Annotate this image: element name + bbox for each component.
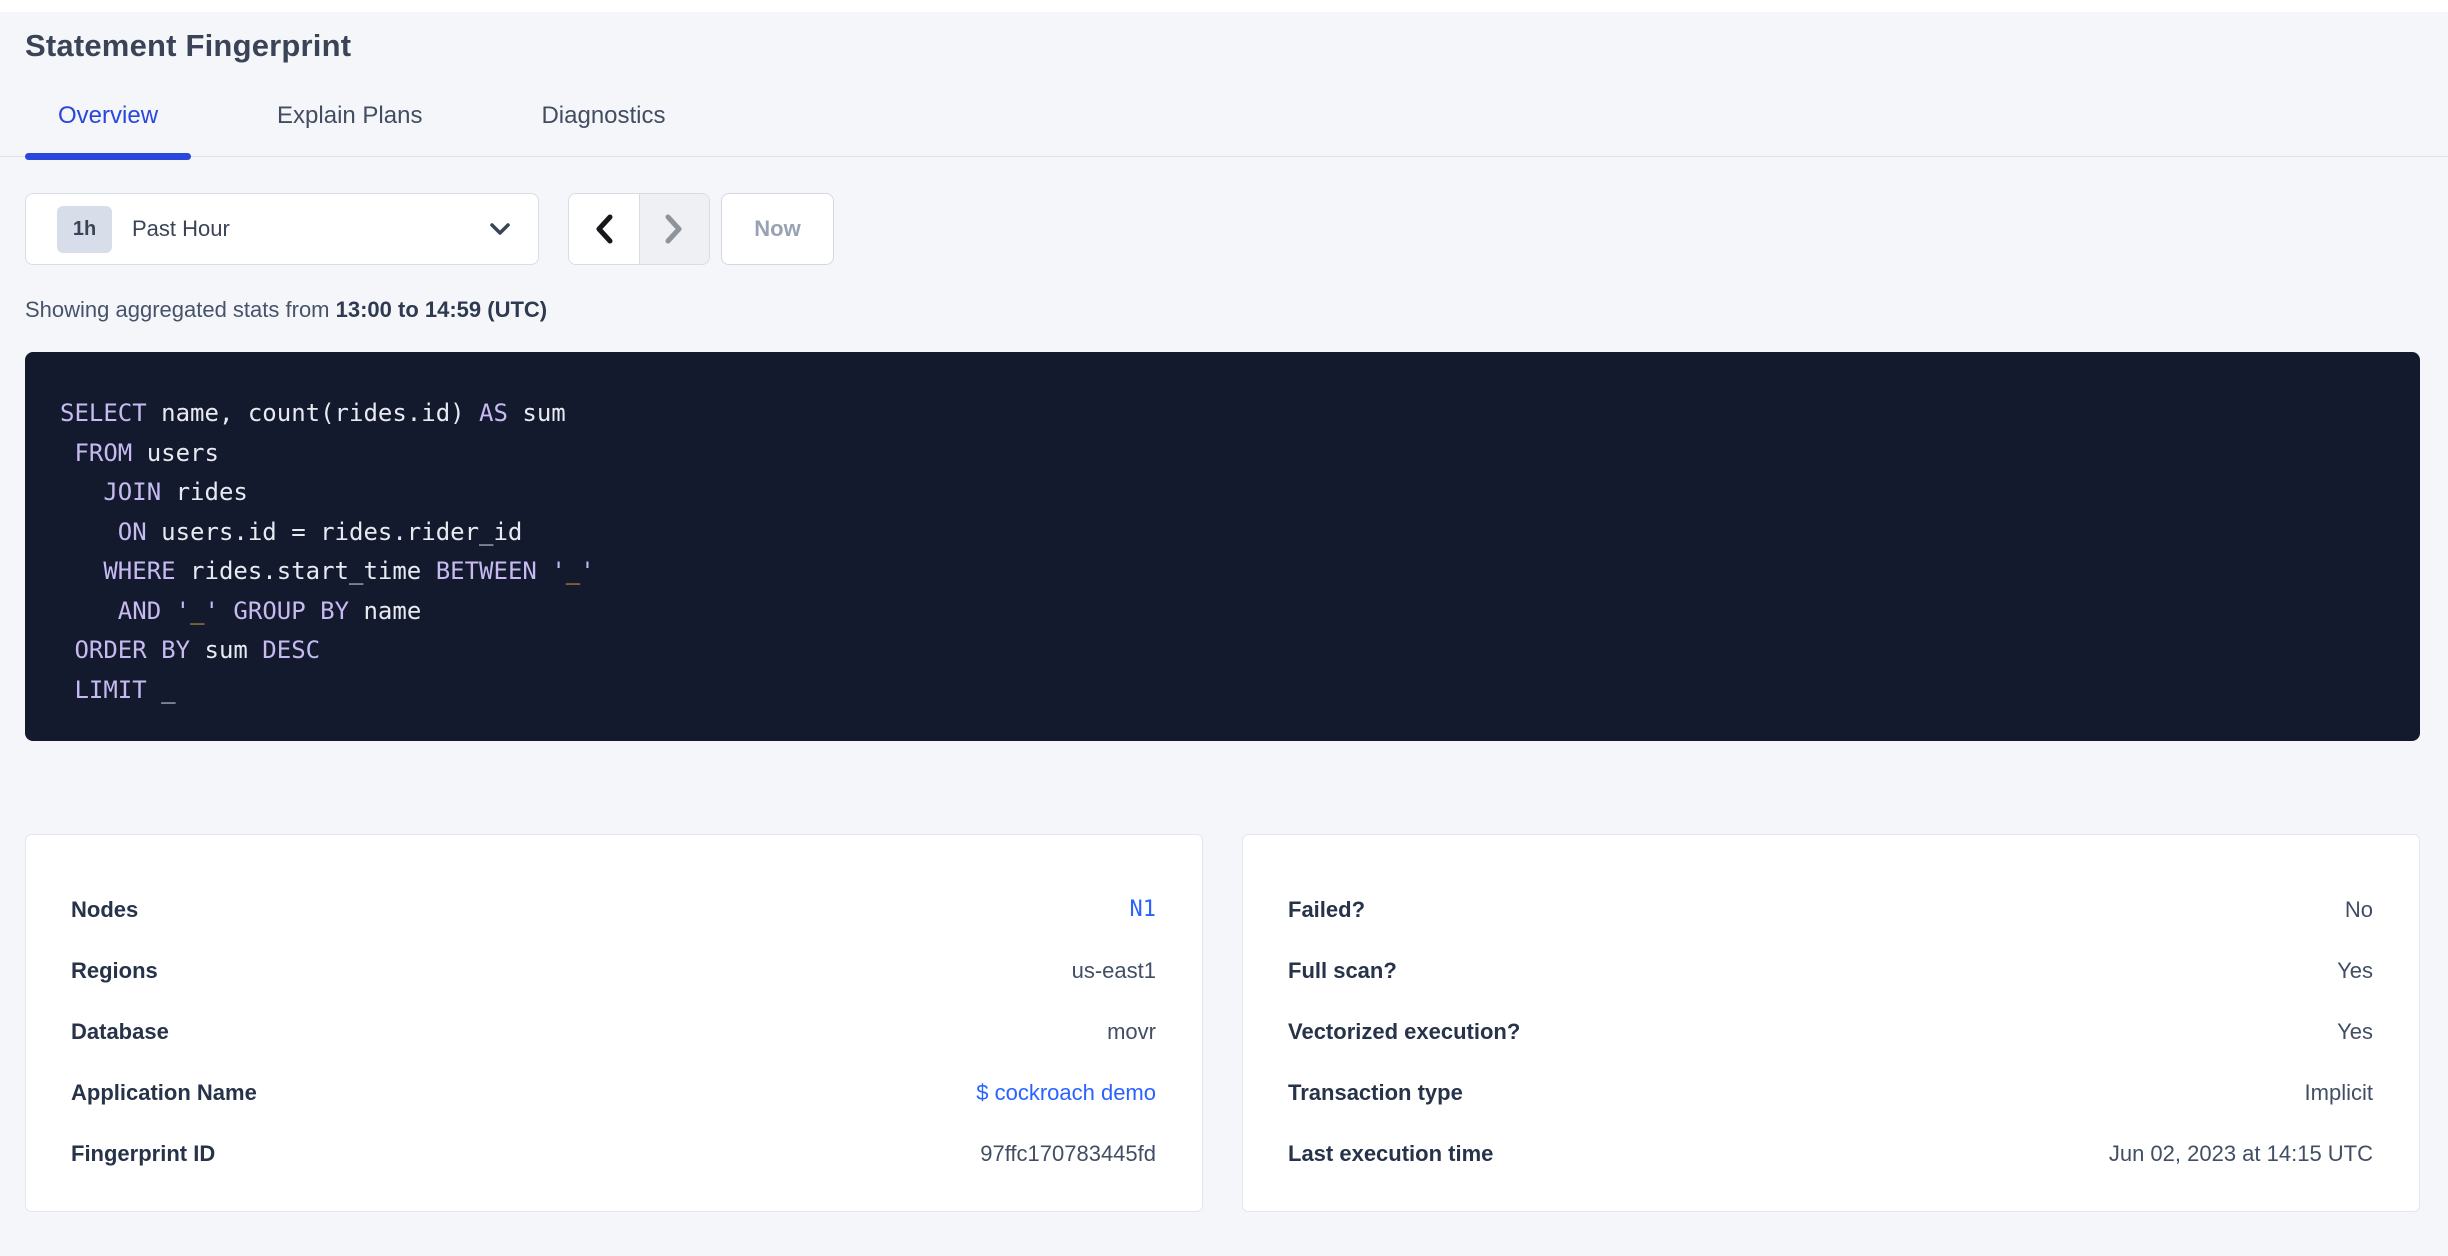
chevron-left-icon [593, 213, 615, 245]
tab-bar: Overview Explain Plans Diagnostics [0, 102, 2448, 160]
sql-line: ON users.id = rides.rider_id [117, 517, 523, 546]
row-value: Jun 02, 2023 at 14:15 UTC [2108, 1140, 2373, 1166]
time-range-badge: 1h [57, 205, 112, 253]
row-value-link[interactable]: N1 [1130, 897, 1157, 922]
card-row: Failed? No [1288, 879, 2373, 940]
row-value: No [2344, 896, 2373, 922]
row-value: Yes [2337, 957, 2373, 983]
row-value: Yes [2337, 1018, 2373, 1044]
tab-diagnostics[interactable]: Diagnostics [508, 102, 698, 156]
sql-line: FROM users [74, 438, 219, 467]
time-pager [568, 193, 710, 265]
row-value: us-east1 [1071, 957, 1156, 983]
card-row: Fingerprint ID 97ffc170783445fd [71, 1123, 1156, 1184]
stats-prefix: Showing aggregated stats from [25, 297, 336, 322]
sql-statement-box: SELECT name, count(rides.id) AS sum FROM… [25, 352, 2420, 741]
chevron-down-icon [488, 221, 512, 237]
sql-line: AND '_' GROUP BY name [117, 596, 422, 625]
card-row: Regions us-east1 [71, 940, 1156, 1001]
aggregated-stats-text: Showing aggregated stats from 13:00 to 1… [25, 297, 2420, 323]
now-button[interactable]: Now [721, 193, 834, 265]
row-label: Full scan? [1288, 957, 1397, 983]
tab-overview[interactable]: Overview [25, 102, 192, 160]
row-value-link[interactable]: $ cockroach demo [976, 1080, 1156, 1106]
row-label: Last execution time [1288, 1140, 1494, 1166]
card-row: Transaction type Implicit [1288, 1062, 2373, 1123]
row-label: Transaction type [1288, 1079, 1463, 1105]
chevron-right-icon [663, 213, 685, 245]
row-label: Regions [71, 957, 158, 983]
summary-cards: Nodes N1 Regions us-east1 Database movr Applic… [25, 834, 2420, 1212]
summary-card-left: Nodes N1 Regions us-east1 Database movr Applic… [25, 834, 1203, 1212]
time-range-dropdown[interactable]: 1h Past Hour [25, 193, 539, 265]
card-rows: Failed? No Full scan? Yes Vectorized executi… [1288, 879, 2373, 1184]
card-row: Vectorized execution? Yes [1288, 1001, 2373, 1062]
summary-card-right: Failed? No Full scan? Yes Vectorized executi… [1242, 834, 2420, 1212]
row-value: movr [1107, 1018, 1156, 1044]
page-title: Statement Fingerprint [25, 28, 352, 63]
sql-line: JOIN rides [103, 478, 248, 506]
prev-time-button[interactable] [569, 194, 640, 264]
card-row: Last execution time Jun 02, 2023 at 14:15… [1288, 1123, 2373, 1184]
sql-line: WHERE rides.start_time BETWEEN '_' [103, 557, 595, 585]
row-value: 97ffc170783445fd [980, 1140, 1156, 1166]
time-range-label: Past Hour [132, 216, 230, 241]
row-label: Fingerprint ID [71, 1140, 216, 1166]
row-label: Nodes [71, 896, 139, 922]
row-label: Vectorized execution? [1288, 1018, 1521, 1044]
sql-line: SELECT name, count(rides.id) AS sum [60, 399, 566, 427]
next-time-button[interactable] [639, 194, 709, 264]
stats-range: 13:00 to 14:59 (UTC) [335, 297, 548, 322]
card-row: Full scan? Yes [1288, 940, 2373, 1001]
tab-explain-plans[interactable]: Explain Plans [244, 102, 455, 156]
sql-line: ORDER BY sum DESC [74, 636, 321, 664]
sql-line: LIMIT _ [74, 675, 176, 704]
card-row: Nodes N1 [71, 879, 1156, 940]
card-row: Database movr [71, 1001, 1156, 1062]
row-value: Implicit [2304, 1079, 2373, 1105]
card-row: Application Name $ cockroach demo [71, 1062, 1156, 1123]
row-label: Failed? [1288, 896, 1366, 922]
time-toolbar: 1h Past Hour Now [25, 193, 2420, 265]
top-strip [0, 0, 2448, 12]
row-label: Application Name [71, 1079, 257, 1105]
row-label: Database [71, 1018, 169, 1044]
card-rows: Nodes N1 Regions us-east1 Database movr Applic… [71, 879, 1156, 1184]
